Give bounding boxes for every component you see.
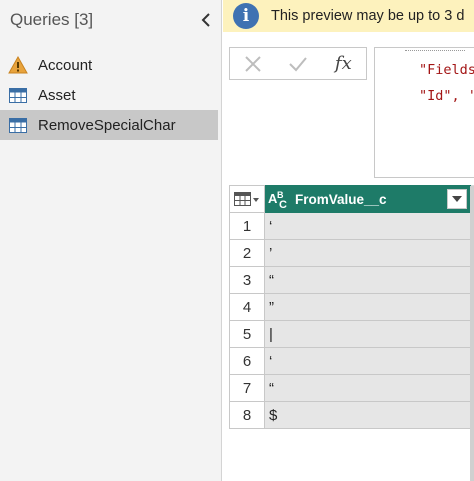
- table-cell[interactable]: |: [265, 321, 471, 348]
- formula-line-2: "Id", ': [419, 88, 474, 104]
- formula-editor[interactable]: "Fields "Id", ': [374, 47, 474, 178]
- table-cell[interactable]: “: [265, 267, 471, 294]
- table-cell[interactable]: ”: [265, 294, 471, 321]
- banner-text: This preview may be up to 3 d: [271, 8, 465, 24]
- row-number[interactable]: 1: [229, 213, 265, 240]
- svg-text:C: C: [279, 199, 287, 209]
- table-cell[interactable]: ‘: [265, 348, 471, 375]
- row-number[interactable]: 8: [229, 402, 265, 429]
- power-query-editor: Queries [3] Account Asset RemoveSpecialC…: [0, 0, 474, 481]
- data-preview-grid: A B C FromValue__c 1 ‘2’ 3 “4” 5 | 6 ‘7 “8 $: [229, 185, 474, 431]
- column-name: FromValue__c: [295, 191, 387, 207]
- query-item-label: RemoveSpecialChar: [38, 116, 176, 134]
- warning-icon: [8, 56, 28, 74]
- formula-line-1: "Fields: [419, 62, 474, 78]
- table-cell[interactable]: ’: [265, 240, 471, 267]
- row-number[interactable]: 6: [229, 348, 265, 375]
- query-item-removespecialchar[interactable]: RemoveSpecialChar: [0, 110, 218, 140]
- vertical-scrollbar[interactable]: [470, 186, 474, 481]
- info-icon: i: [233, 3, 259, 29]
- cancel-formula-button[interactable]: [230, 48, 275, 79]
- row-number[interactable]: 7: [229, 375, 265, 402]
- row-number[interactable]: 2: [229, 240, 265, 267]
- query-item-label: Asset: [38, 86, 76, 104]
- preview-info-banner: i This preview may be up to 3 d: [223, 0, 474, 32]
- table-icon: [8, 116, 28, 134]
- row-number[interactable]: 5: [229, 321, 265, 348]
- table-cell[interactable]: ‘: [265, 213, 471, 240]
- query-item-label: Account: [38, 56, 93, 74]
- chevron-left-icon: [201, 13, 210, 27]
- queries-pane: Queries [3] Account Asset RemoveSpecialC…: [0, 0, 222, 481]
- query-item-account[interactable]: Account: [0, 50, 218, 80]
- commit-formula-button[interactable]: [275, 48, 320, 79]
- table-menu-button[interactable]: [229, 185, 265, 213]
- chevron-down-icon: [452, 196, 462, 202]
- formula-bar-controls: fx: [229, 47, 367, 80]
- checkmark-icon: [289, 56, 307, 71]
- table-cell[interactable]: $: [265, 402, 471, 429]
- insert-function-button[interactable]: fx: [321, 48, 366, 79]
- queries-header: Queries [3]: [10, 10, 94, 29]
- formula-cutoff-line: [405, 50, 465, 54]
- query-item-asset[interactable]: Asset: [0, 80, 218, 110]
- collapse-pane-button[interactable]: [196, 10, 216, 30]
- table-icon: [8, 86, 28, 104]
- table-cell[interactable]: “: [265, 375, 471, 402]
- text-type-icon[interactable]: A B C: [265, 185, 295, 213]
- row-number[interactable]: 3: [229, 267, 265, 294]
- column-filter-button[interactable]: [447, 189, 467, 209]
- table-menu-icon: [234, 192, 259, 206]
- fx-icon: fx: [334, 53, 352, 74]
- close-icon: [244, 55, 261, 72]
- row-number[interactable]: 4: [229, 294, 265, 321]
- column-header-fromvalue[interactable]: A B C FromValue__c: [265, 185, 471, 213]
